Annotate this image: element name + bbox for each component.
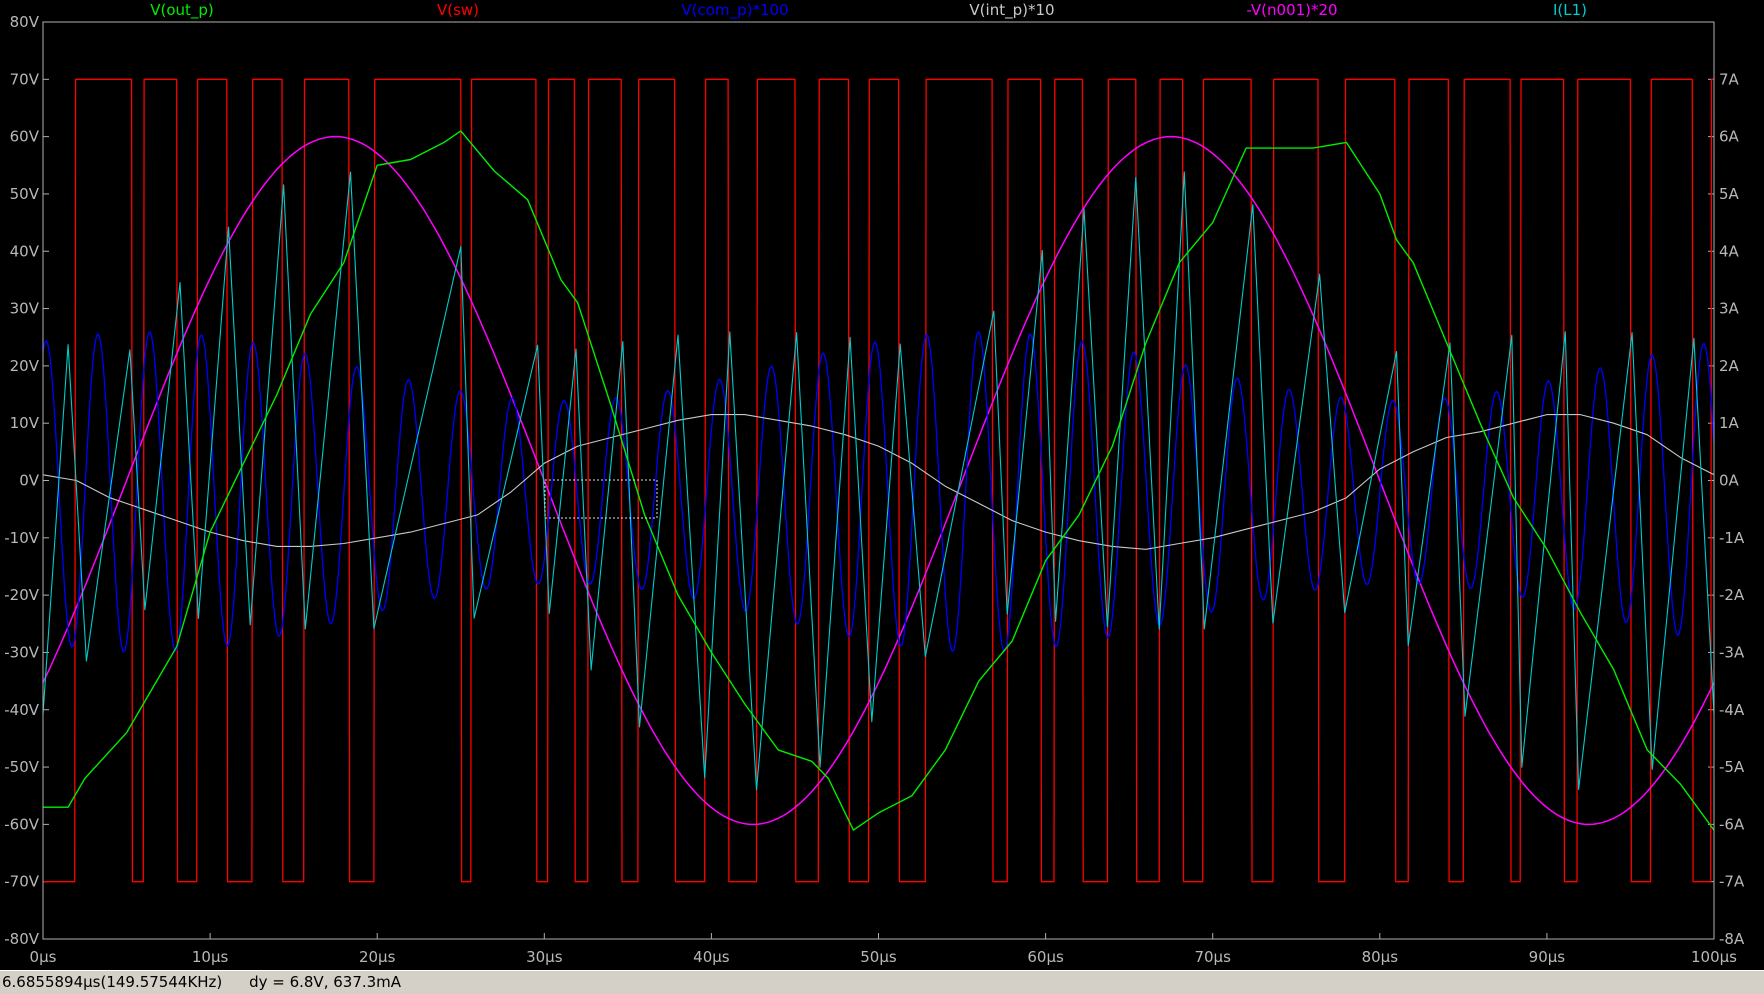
status-dy-readout: dy = 6.8V, 637.3mA — [249, 973, 402, 991]
legend-entry: V(sw) — [437, 1, 479, 19]
y-left-tick-label: -10V — [4, 529, 39, 547]
y-left-tick-label: 40V — [10, 242, 40, 260]
legend-entry: V(out_p) — [150, 1, 214, 20]
y-left-tick-label: 60V — [10, 128, 40, 146]
x-tick-label: 10µs — [192, 948, 229, 966]
x-tick-label: 20µs — [359, 948, 396, 966]
x-tick-label: 70µs — [1194, 948, 1231, 966]
plot-background — [0, 0, 1764, 970]
y-right-tick-label: 3A — [1719, 300, 1740, 318]
y-right-tick-label: 2A — [1719, 357, 1740, 375]
y-right-tick-label: -1A — [1719, 529, 1745, 547]
y-right-tick-label: -4A — [1719, 701, 1745, 719]
y-right-tick-label: 7A — [1719, 70, 1740, 88]
y-left-tick-label: -20V — [4, 586, 39, 604]
x-tick-label: 0µs — [30, 948, 57, 966]
x-tick-label: 100µs — [1691, 948, 1737, 966]
x-tick-label: 60µs — [1027, 948, 1064, 966]
y-right-tick-label: 4A — [1719, 242, 1740, 260]
y-left-tick-label: -50V — [4, 758, 39, 776]
y-right-tick-label: 5A — [1719, 185, 1740, 203]
status-bar: 6.6855894µs(149.57544KHz) dy = 6.8V, 637… — [0, 970, 1764, 994]
y-right-tick-label: 1A — [1719, 414, 1740, 432]
y-right-tick-label: -6A — [1719, 815, 1745, 833]
y-left-tick-label: -70V — [4, 873, 39, 891]
x-tick-label: 40µs — [693, 948, 730, 966]
y-left-tick-label: 70V — [10, 70, 40, 88]
x-tick-label: 50µs — [860, 948, 897, 966]
legend-entry: I(L1) — [1553, 1, 1587, 19]
y-right-tick-label: -7A — [1719, 873, 1745, 891]
x-tick-label: 80µs — [1362, 948, 1399, 966]
y-right-tick-label: -3A — [1719, 643, 1745, 661]
y-right-tick-label: 0A — [1719, 472, 1740, 490]
y-right-tick-label: -2A — [1719, 586, 1745, 604]
waveform-plot[interactable]: V(out_p) V(sw) V(com_p)*100 V(int_p)*10 -V(n… — [0, 0, 1764, 970]
legend-entry: V(int_p)*10 — [969, 1, 1054, 20]
y-left-tick-label: 10V — [10, 414, 40, 432]
y-left-tick-label: 20V — [10, 357, 40, 375]
y-left-tick-label: 0V — [19, 472, 40, 490]
x-tick-label: 90µs — [1529, 948, 1566, 966]
y-left-tick-label: 30V — [10, 300, 40, 318]
y-left-tick-label: -40V — [4, 701, 39, 719]
y-left-tick-label: 80V — [10, 13, 40, 31]
y-left-tick-label: -80V — [4, 930, 39, 948]
y-left-tick-label: -30V — [4, 643, 39, 661]
y-left-tick-label: -60V — [4, 815, 39, 833]
legend-entry: -V(n001)*20 — [1246, 1, 1337, 19]
y-left-tick-label: 50V — [10, 185, 40, 203]
legend-entry: V(com_p)*100 — [681, 1, 788, 20]
y-right-tick-label: 6A — [1719, 128, 1740, 146]
status-dx-readout: 6.6855894µs(149.57544KHz) — [2, 973, 223, 991]
y-right-tick-label: -8A — [1719, 930, 1745, 948]
y-right-tick-label: -5A — [1719, 758, 1745, 776]
x-tick-label: 30µs — [526, 948, 563, 966]
